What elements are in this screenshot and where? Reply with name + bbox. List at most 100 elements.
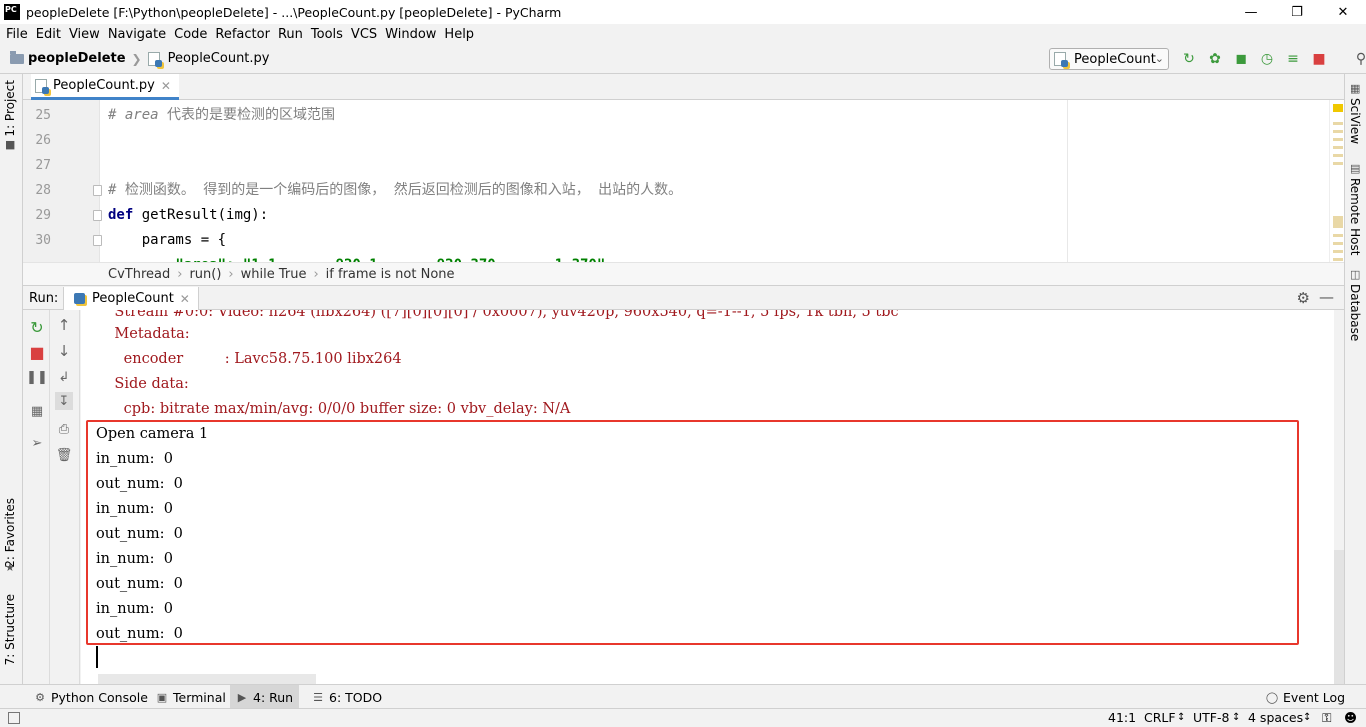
- nav-project[interactable]: peopleDelete: [28, 51, 126, 66]
- sciview-icon: ▦: [1350, 82, 1361, 95]
- run-tab-peoplecount[interactable]: PeopleCount ✕: [63, 287, 199, 310]
- menu-run[interactable]: Run: [274, 27, 307, 42]
- menu-edit[interactable]: Edit: [32, 27, 65, 42]
- print-icon[interactable]: ⎙: [55, 420, 73, 438]
- error-stripe-marker: [1333, 146, 1343, 149]
- pin-icon[interactable]: ➢: [28, 434, 46, 452]
- python-file-icon: [35, 78, 49, 94]
- tool-tab-todo[interactable]: ☰ 6: TODO: [306, 685, 388, 709]
- crumb-while[interactable]: while True: [241, 267, 307, 282]
- stop-icon[interactable]: ■: [28, 343, 46, 362]
- tool-windows-toggle-icon[interactable]: [8, 712, 20, 724]
- chevron-updown-icon: ↕: [1303, 712, 1312, 723]
- close-button[interactable]: ✕: [1320, 0, 1366, 24]
- rerun-icon[interactable]: ↻: [1178, 48, 1200, 70]
- error-stripe-marker: [1333, 130, 1343, 133]
- menu-file[interactable]: File: [2, 27, 32, 42]
- maximize-button[interactable]: ❐: [1274, 0, 1320, 24]
- crumb-method[interactable]: run(): [189, 267, 221, 282]
- arrow-down-icon[interactable]: ↓: [55, 342, 73, 360]
- menu-code[interactable]: Code: [170, 27, 211, 42]
- menu-vcs[interactable]: VCS: [347, 27, 381, 42]
- scroll-to-end-icon[interactable]: ↧: [55, 392, 73, 410]
- run-config-select[interactable]: PeopleCount ⌄: [1049, 48, 1169, 70]
- fold-marker-icon[interactable]: [93, 210, 102, 221]
- pause-icon[interactable]: ❚❚: [26, 368, 48, 386]
- minimize-button[interactable]: —: [1228, 0, 1274, 24]
- menu-tools[interactable]: Tools: [307, 27, 347, 42]
- coverage-icon[interactable]: ◼: [1230, 48, 1252, 70]
- caret-position[interactable]: 41:1: [1108, 710, 1136, 725]
- rerun-icon[interactable]: ↻: [28, 318, 46, 337]
- project-icon: ■: [5, 138, 16, 151]
- tool-tab-python-console[interactable]: ⚙ Python Console: [28, 685, 154, 709]
- layout-icon[interactable]: ▦: [28, 402, 46, 420]
- tool-tab-remote-host[interactable]: Remote Host: [1348, 178, 1362, 255]
- tool-tab-sciview[interactable]: SciView: [1348, 98, 1362, 144]
- tool-tab-label: Terminal: [173, 689, 226, 705]
- code-text: def getResult(img):: [108, 203, 268, 228]
- code-line: 28 # 检测函数。 得到的是一个编码后的图像， 然后返回检测后的图像和入站， …: [23, 178, 1344, 203]
- code-editor[interactable]: 25 # area 代表的是要检测的区域范围 26 27 28 # 检测函数。 …: [23, 100, 1344, 262]
- horizontal-scrollbar[interactable]: [98, 674, 316, 684]
- inspector-icon[interactable]: ☻: [1344, 710, 1357, 725]
- soft-wrap-icon[interactable]: ↲: [55, 368, 73, 386]
- tool-tab-terminal[interactable]: ▣ Terminal: [150, 685, 232, 709]
- title-bar: PC peopleDelete [F:\Python\peopleDelete]…: [0, 0, 1366, 24]
- fold-marker-icon[interactable]: [93, 185, 102, 196]
- line-number: 27: [35, 158, 51, 173]
- console-line: cpb: bitrate max/min/avg: 0/0/0 buffer s…: [96, 401, 571, 417]
- concurrency-icon[interactable]: ≡: [1282, 48, 1304, 70]
- menu-refactor[interactable]: Refactor: [211, 27, 274, 42]
- stop-icon[interactable]: ■: [1308, 48, 1330, 70]
- line-number: 28: [35, 183, 51, 198]
- close-icon[interactable]: ✕: [180, 292, 190, 306]
- code-line: 30 params = {: [23, 228, 1344, 253]
- tool-tab-run[interactable]: ▶ 4: Run: [230, 685, 300, 709]
- file-encoding[interactable]: UTF-8: [1193, 710, 1229, 725]
- gear-icon[interactable]: ⚙: [1297, 289, 1310, 307]
- code-comment: #: [108, 182, 125, 198]
- console-actions-toolbar: ↑ ↓ ↲ ↧ ⎙ 🗑: [50, 310, 80, 684]
- debug-icon[interactable]: ✿: [1204, 48, 1226, 70]
- minimize-panel-icon[interactable]: —: [1319, 288, 1334, 306]
- tool-tab-event-log[interactable]: ◯ Event Log: [1260, 685, 1351, 709]
- search-icon[interactable]: ⚲: [1350, 48, 1366, 70]
- terminal-icon: ▣: [156, 690, 168, 704]
- indent-setting[interactable]: 4 spaces: [1248, 710, 1303, 725]
- console-vertical-scrollbar[interactable]: [1334, 310, 1344, 684]
- tool-tab-project[interactable]: 1: Project: [3, 80, 17, 137]
- run-toolbar: ↻ ✿ ◼ ◷ ≡ ■ ⚲: [1178, 48, 1366, 70]
- scrollbar-thumb[interactable]: [1334, 550, 1344, 684]
- run-console[interactable]: Stream #0:0: Video: h264 (libx264) ([7][…: [81, 310, 1334, 684]
- tool-tab-structure[interactable]: 7: Structure: [3, 594, 17, 665]
- crumb-class[interactable]: CvThread: [108, 267, 170, 282]
- arrow-up-icon[interactable]: ↑: [55, 316, 73, 334]
- profile-icon[interactable]: ◷: [1256, 48, 1278, 70]
- menu-bar: File Edit View Navigate Code Refactor Ru…: [0, 24, 1366, 44]
- fold-marker-icon[interactable]: [93, 235, 102, 246]
- trash-icon[interactable]: 🗑: [55, 446, 73, 464]
- editor-tab-peoplecount[interactable]: PeopleCount.py ✕: [31, 74, 179, 100]
- tool-tab-label: 6: TODO: [329, 689, 383, 705]
- menu-view[interactable]: View: [65, 27, 104, 42]
- folder-icon: [10, 50, 24, 64]
- tool-tab-favorites[interactable]: 2: Favorites: [3, 498, 17, 568]
- error-stripe-marker: [1333, 234, 1343, 237]
- nav-file[interactable]: PeopleCount.py: [168, 51, 270, 66]
- python-file-icon: [1054, 52, 1068, 67]
- menu-help[interactable]: Help: [440, 27, 478, 42]
- code-line: 29 def getResult(img):: [23, 203, 1344, 228]
- console-line: Metadata:: [96, 326, 190, 342]
- menu-window[interactable]: Window: [381, 27, 440, 42]
- star-icon: ★: [5, 561, 15, 574]
- tool-tab-database[interactable]: Database: [1348, 284, 1362, 341]
- line-separator[interactable]: CRLF: [1144, 710, 1176, 725]
- editor-error-stripe[interactable]: [1329, 100, 1344, 262]
- menu-navigate[interactable]: Navigate: [104, 27, 170, 42]
- highlight-annotation-box: [86, 420, 1299, 645]
- crumb-if[interactable]: if frame is not None: [326, 267, 455, 282]
- code-line: 25 # area 代表的是要检测的区域范围: [23, 103, 1344, 128]
- close-icon[interactable]: ✕: [161, 79, 171, 93]
- lock-icon[interactable]: ⚿: [1322, 710, 1332, 726]
